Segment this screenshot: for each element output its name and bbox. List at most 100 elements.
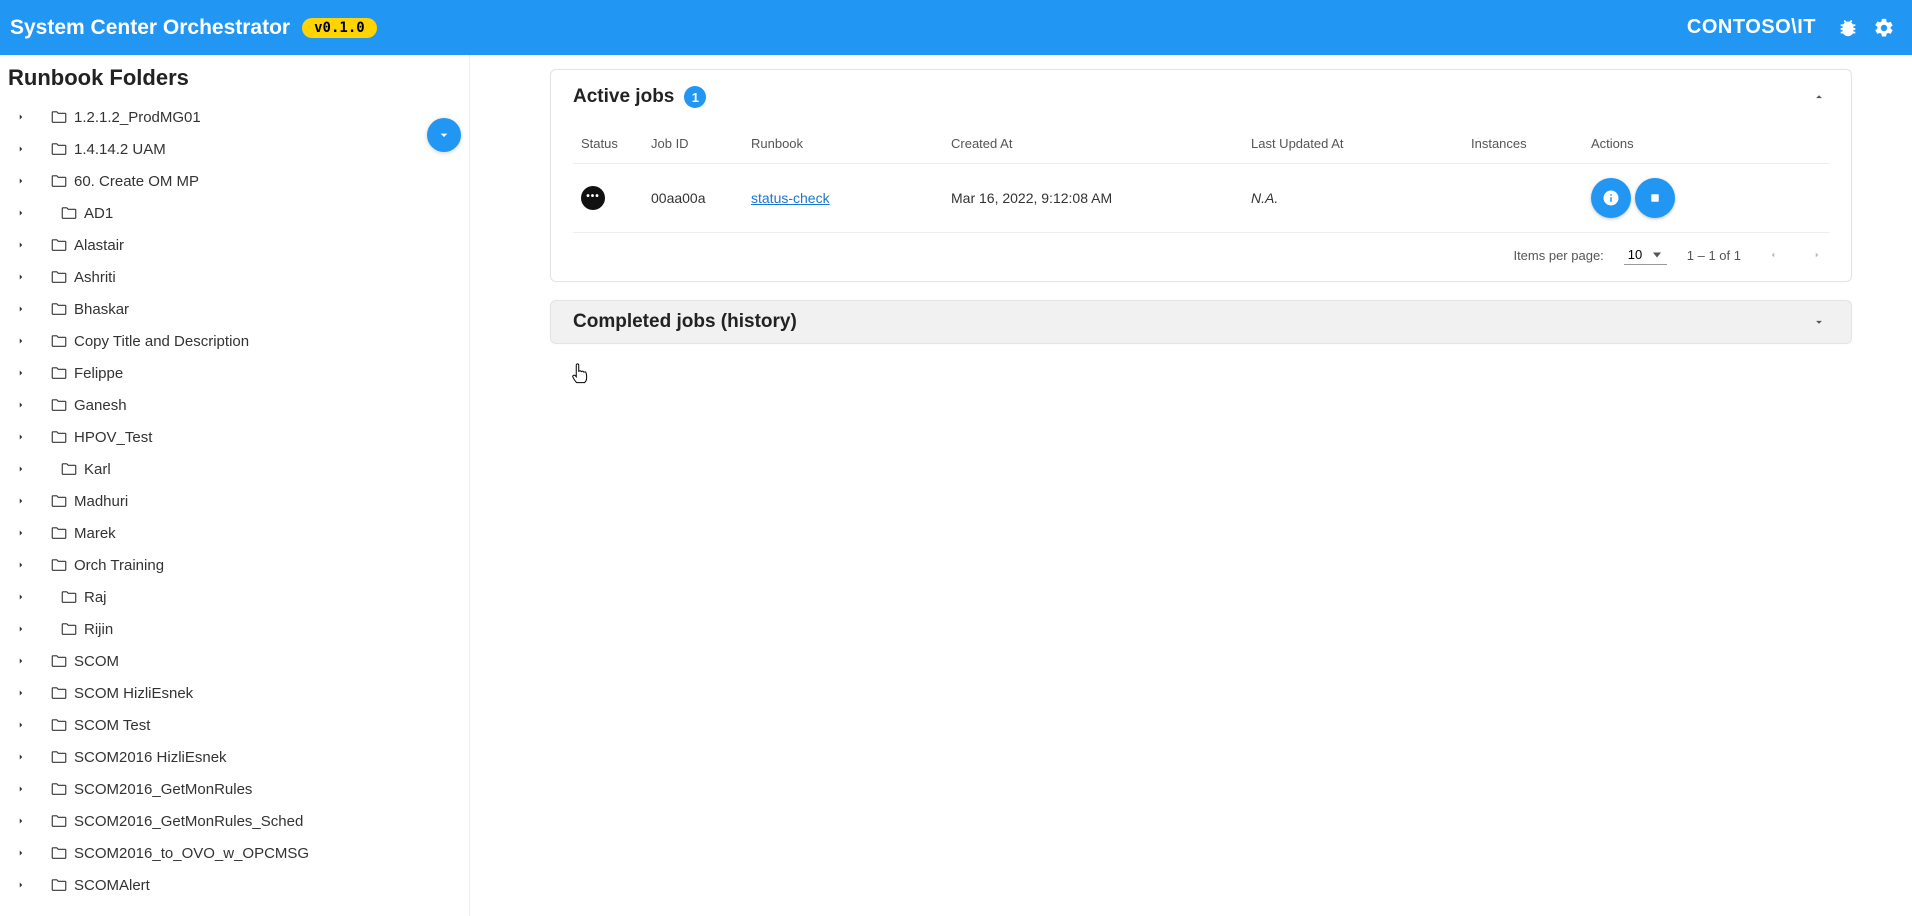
paginator: Items per page: 10 1 – 1 of 1 [573, 233, 1829, 271]
column-header: Last Updated At [1243, 118, 1463, 164]
chevron-right-icon[interactable] [12, 364, 30, 382]
prev-page-button[interactable] [1761, 243, 1785, 267]
folder-icon [50, 524, 68, 542]
chevron-right-icon[interactable] [12, 652, 30, 670]
folder-icon [50, 108, 68, 126]
folder-icon [50, 300, 68, 318]
tree-item-label: Rijin [84, 621, 113, 638]
folder-icon [50, 716, 68, 734]
info-button[interactable] [1591, 178, 1631, 218]
stop-button[interactable] [1635, 178, 1675, 218]
tree-item[interactable]: SCOM2016_to_OVO_w_OPCMSG [4, 837, 469, 869]
tree-item[interactable]: Felippe [4, 357, 469, 389]
tree-item[interactable]: Madhuri [4, 485, 469, 517]
actions-cell [1583, 164, 1829, 233]
chevron-right-icon[interactable] [12, 428, 30, 446]
folder-icon [50, 844, 68, 862]
chevron-right-icon[interactable] [12, 140, 30, 158]
tree-item[interactable]: SCOM2016_GetMonRules_Sched [4, 805, 469, 837]
sidebar-collapse-button[interactable] [427, 118, 461, 152]
tree-item[interactable]: 60. Create OM MP [4, 165, 469, 197]
tree-item[interactable]: SCOM HizliEsnek [4, 677, 469, 709]
tree-item[interactable]: SCOM2016_GetMonRules [4, 773, 469, 805]
chevron-right-icon[interactable] [12, 620, 30, 638]
tree-item-label: 60. Create OM MP [74, 173, 199, 190]
top-bar: System Center Orchestrator v0.1.0 CONTOS… [0, 0, 1912, 55]
folder-icon [50, 428, 68, 446]
next-page-button[interactable] [1805, 243, 1829, 267]
tree-item-label: SCOMAlert [74, 877, 150, 894]
tree-item[interactable]: Marek [4, 517, 469, 549]
folder-icon [50, 748, 68, 766]
column-header: Runbook [743, 118, 943, 164]
completed-jobs-header[interactable]: Completed jobs (history) [551, 301, 1851, 343]
folder-icon [50, 396, 68, 414]
tree-item[interactable]: Ganesh [4, 389, 469, 421]
tree-item[interactable]: Karl [4, 453, 469, 485]
tree-item[interactable]: Bhaskar [4, 293, 469, 325]
chevron-right-icon[interactable] [12, 716, 30, 734]
folder-tree[interactable]: 1.2.1.2_ProdMG01 1.4.14.2 UAM 60. Create O… [0, 97, 469, 916]
tree-item[interactable]: SCOM [4, 645, 469, 677]
tree-item[interactable]: SCOM2016 HizliEsnek [4, 741, 469, 773]
tree-item-label: Orch Training [74, 557, 164, 574]
tree-item-label: AD1 [84, 205, 113, 222]
tree-item[interactable]: Rijin [4, 613, 469, 645]
chevron-right-icon[interactable] [12, 492, 30, 510]
tree-item-label: SCOM2016_to_OVO_w_OPCMSG [74, 845, 309, 862]
chevron-right-icon[interactable] [12, 268, 30, 286]
chevron-right-icon[interactable] [12, 460, 30, 478]
chevron-right-icon[interactable] [12, 748, 30, 766]
folder-icon [50, 140, 68, 158]
chevron-right-icon[interactable] [12, 236, 30, 254]
gear-icon[interactable] [1872, 16, 1896, 40]
tree-item-label: Copy Title and Description [74, 333, 249, 350]
tree-item-label: 1.4.14.2 UAM [74, 141, 166, 158]
chevron-down-icon [1809, 312, 1829, 332]
folder-icon [50, 876, 68, 894]
column-header: Actions [1583, 118, 1829, 164]
active-jobs-header[interactable]: Active jobs 1 [551, 70, 1851, 118]
folder-icon [50, 812, 68, 830]
chevron-right-icon[interactable] [12, 108, 30, 126]
tree-item[interactable]: HPOV_Test [4, 421, 469, 453]
job-id-cell: 00aa00a [643, 164, 743, 233]
tree-item[interactable]: 1.2.1.2_ProdMG01 [4, 101, 469, 133]
tree-item[interactable]: AD1 [4, 197, 469, 229]
chevron-right-icon[interactable] [12, 524, 30, 542]
chevron-right-icon[interactable] [12, 812, 30, 830]
folder-icon [50, 236, 68, 254]
tree-item[interactable]: Raj [4, 581, 469, 613]
main-content: Active jobs 1 StatusJob IDRunbookCreated… [470, 55, 1912, 916]
tree-item[interactable]: SCOMAlert [4, 869, 469, 901]
tree-item[interactable]: Copy Title and Description [4, 325, 469, 357]
chevron-right-icon[interactable] [12, 684, 30, 702]
bug-icon[interactable] [1836, 16, 1860, 40]
chevron-right-icon[interactable] [12, 332, 30, 350]
chevron-right-icon[interactable] [12, 556, 30, 574]
tree-item[interactable]: 1.4.14.2 UAM [4, 133, 469, 165]
column-header: Instances [1463, 118, 1583, 164]
chevron-right-icon[interactable] [12, 396, 30, 414]
folder-icon [60, 588, 78, 606]
page-range-label: 1 – 1 of 1 [1687, 248, 1741, 263]
tree-item[interactable]: Orch Training [4, 549, 469, 581]
tree-item[interactable]: Ashriti [4, 261, 469, 293]
items-per-page-label: Items per page: [1513, 248, 1603, 263]
chevron-right-icon[interactable] [12, 780, 30, 798]
items-per-page-select[interactable]: 10 [1624, 245, 1667, 265]
chevron-right-icon[interactable] [12, 300, 30, 318]
chevron-right-icon[interactable] [12, 876, 30, 894]
column-header: Created At [943, 118, 1243, 164]
tree-item[interactable]: SCOM Test [4, 709, 469, 741]
tree-item[interactable]: Alastair [4, 229, 469, 261]
runbook-link[interactable]: status-check [751, 190, 830, 206]
tree-item-label: Bhaskar [74, 301, 129, 318]
chevron-right-icon[interactable] [12, 172, 30, 190]
folder-icon [60, 620, 78, 638]
chevron-right-icon[interactable] [12, 844, 30, 862]
chevron-right-icon[interactable] [12, 588, 30, 606]
folder-icon [50, 364, 68, 382]
tree-item-label: Madhuri [74, 493, 128, 510]
chevron-right-icon[interactable] [12, 204, 30, 222]
